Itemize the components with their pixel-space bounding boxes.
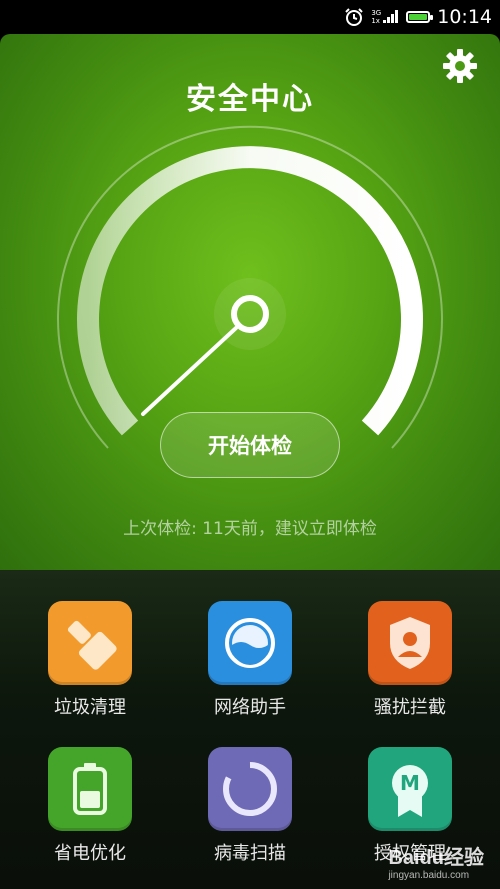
tools-grid: 垃圾清理 网络助手 骚扰拦截 省电优化 病毒扫描 M 授权管理 Baidu经验 …: [0, 570, 500, 889]
broom-icon: [67, 620, 117, 670]
tool-network-assistant-label: 网络助手: [214, 697, 286, 718]
tool-power-save-tile[interactable]: [48, 747, 132, 831]
network-bottom: 1x: [371, 17, 380, 25]
alarm-icon: [345, 8, 364, 26]
tool-junk-clean[interactable]: 垃圾清理: [30, 601, 150, 719]
tool-power-save-label: 省电优化: [54, 843, 126, 864]
start-check-button[interactable]: 开始体检: [160, 412, 340, 478]
tool-harass-block-tile[interactable]: [368, 601, 452, 685]
status-time: 10:14: [437, 6, 492, 28]
watermark-url: jingyan.baidu.com: [388, 870, 470, 881]
tool-virus-scan-label: 病毒扫描: [214, 843, 286, 864]
tool-junk-clean-tile[interactable]: [48, 601, 132, 685]
badge-m-icon: M: [392, 765, 428, 817]
tool-network-assistant-tile[interactable]: [208, 601, 292, 685]
security-panel: 安全中心 开始体检 上次体检: 11天前，建议立即体检: [0, 34, 500, 570]
last-check-text: 上次体检: 11天前，建议立即体检: [123, 519, 377, 539]
battery-icon: [406, 11, 434, 23]
baidu-watermark: Baidu经验 jingyan.baidu.com: [388, 841, 484, 881]
tool-virus-scan-tile[interactable]: [208, 747, 292, 831]
scan-icon: [223, 761, 277, 816]
tool-power-save[interactable]: 省电优化: [30, 747, 150, 865]
tool-permission-manage-tile[interactable]: M: [368, 747, 452, 831]
network-icon: [225, 618, 275, 668]
gauge-hub-glow: [214, 278, 286, 350]
gauge-needle: [141, 326, 238, 416]
network-top: 3G: [371, 9, 382, 17]
tool-network-assistant[interactable]: 网络助手: [190, 601, 310, 719]
network-indicator: 3G 1x: [371, 8, 399, 26]
svg-text:M: M: [400, 771, 420, 795]
shield-user-icon: [390, 617, 430, 669]
status-bar: 3G 1x 10:14: [0, 0, 500, 34]
security-gauge: [57, 125, 443, 449]
tool-harass-block[interactable]: 骚扰拦截: [350, 601, 470, 719]
tool-harass-block-label: 骚扰拦截: [374, 697, 446, 718]
signal-icon: [383, 10, 399, 23]
status-indicators: 3G 1x 10:14: [344, 0, 492, 34]
tool-virus-scan[interactable]: 病毒扫描: [190, 747, 310, 865]
watermark-brand: Baidu经验: [388, 847, 484, 869]
battery-icon: [73, 763, 107, 815]
tool-junk-clean-label: 垃圾清理: [54, 697, 126, 718]
